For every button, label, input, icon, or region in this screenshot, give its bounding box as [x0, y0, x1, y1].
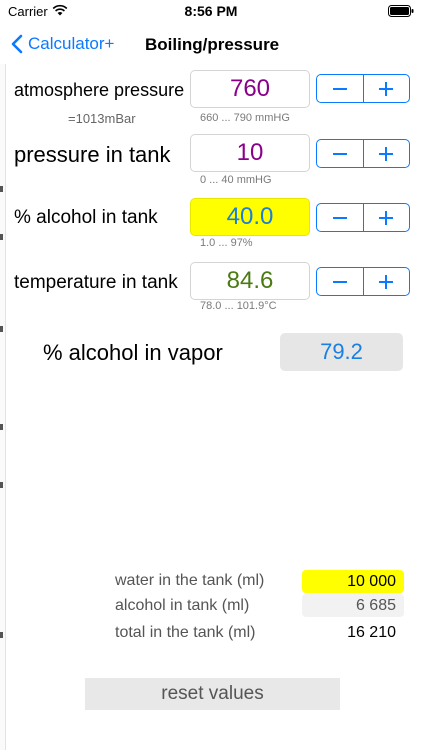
tank-temperature-increment-button[interactable] [362, 268, 410, 295]
tank-pressure-label: pressure in tank [14, 142, 171, 167]
atmosphere-pressure-decrement-button[interactable] [317, 75, 363, 102]
reset-values-button[interactable]: reset values [85, 678, 340, 710]
tank-temperature-decrement-button[interactable] [317, 268, 363, 295]
alcohol-in-tank-stepper[interactable] [316, 203, 410, 232]
atmosphere-pressure-note: =1013mBar [68, 111, 136, 126]
minus-icon [332, 216, 347, 219]
total-volume-value[interactable]: 16 210 [302, 621, 404, 644]
battery-icon [388, 5, 414, 17]
alcohol-in-tank-decrement-button[interactable] [317, 204, 363, 231]
status-bar: Carrier 8:56 PM [0, 0, 422, 24]
atmosphere-pressure-increment-button[interactable] [362, 75, 410, 102]
page-title: Boiling/pressure [145, 35, 280, 54]
back-button[interactable]: Calculator+ [10, 32, 114, 56]
atmosphere-pressure-stepper[interactable] [316, 74, 410, 103]
navigation-bar: Calculator+ Boiling/pressure [0, 24, 422, 64]
alcohol-in-tank-increment-button[interactable] [362, 204, 410, 231]
tank-temperature-value[interactable]: 84.6 [190, 262, 310, 300]
tank-pressure-value[interactable]: 10 [190, 134, 310, 172]
tank-pressure-decrement-button[interactable] [317, 140, 363, 167]
atmosphere-pressure-label: atmosphere pressure [14, 80, 185, 100]
tank-temperature-range: 78.0 ... 101.9°C [200, 300, 277, 312]
alcohol-in-tank-range: 1.0 ... 97% [200, 237, 253, 249]
alcohol-volume-value: 6 685 [302, 594, 404, 617]
alcohol-in-tank-value[interactable]: 40.0 [190, 198, 310, 236]
tank-pressure-stepper[interactable] [316, 139, 410, 168]
left-edge-panel [0, 64, 6, 750]
alcohol-in-vapor-label: % alcohol in vapor [43, 340, 223, 365]
plus-icon [379, 274, 394, 289]
atmosphere-pressure-range: 660 ... 790 mmHG [200, 112, 290, 124]
water-in-tank-label: water in the tank (ml) [115, 572, 265, 589]
atmosphere-pressure-value[interactable]: 760 [190, 70, 310, 108]
chevron-left-icon [11, 34, 23, 54]
clock: 8:56 PM [184, 3, 238, 19]
tank-temperature-label: temperature in tank [14, 272, 178, 293]
total-volume-label: total in the tank (ml) [115, 624, 256, 641]
tank-temperature-stepper[interactable] [316, 267, 410, 296]
water-in-tank-value[interactable]: 10 000 [302, 570, 404, 593]
plus-icon [379, 81, 394, 96]
back-label: Calculator+ [28, 34, 115, 53]
tank-pressure-increment-button[interactable] [362, 140, 410, 167]
alcohol-in-tank-label: % alcohol in tank [14, 207, 158, 228]
minus-icon [332, 152, 347, 155]
plus-icon [379, 210, 394, 225]
minus-icon [332, 280, 347, 283]
alcohol-volume-label: alcohol in tank (ml) [115, 597, 250, 614]
alcohol-in-vapor-value: 79.2 [280, 333, 403, 371]
minus-icon [332, 87, 347, 90]
tank-pressure-range: 0 ... 40 mmHG [200, 174, 272, 186]
plus-icon [379, 146, 394, 161]
